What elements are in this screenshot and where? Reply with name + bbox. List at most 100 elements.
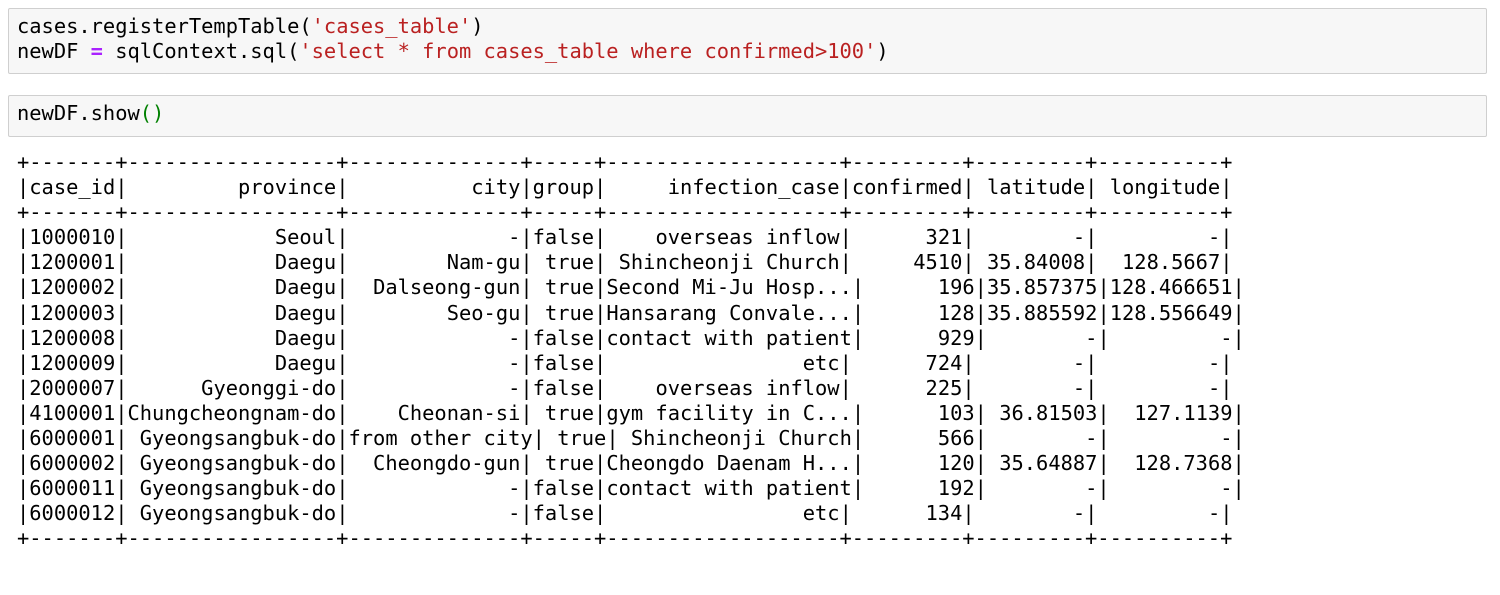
table-cell: 35.64887: [999, 451, 1098, 476]
column-header: longitude: [1109, 175, 1221, 200]
table-cell: Shincheonji Church: [630, 426, 852, 451]
table-cell: gym facility in C...: [606, 400, 852, 425]
code-token-plain: sqlContext.sql(: [102, 39, 300, 63]
table-cell: false: [532, 325, 595, 350]
table-cell: Cheongdo Daenam H...: [606, 451, 852, 476]
table-cell: Gyeongsangbuk-do: [139, 501, 337, 526]
code-cell-show-dataframe[interactable]: newDF.show(): [8, 95, 1487, 137]
table-cell: Seo-gu: [446, 300, 521, 325]
table-cell: true: [544, 275, 595, 300]
dataframe-output-table: +-------+-----------------+-------------…: [17, 150, 1245, 552]
table-cell: 1200001: [29, 250, 116, 275]
table-header-row: |case_id| province| city|group| infectio…: [17, 175, 1233, 200]
table-cell: 4100001: [29, 400, 116, 425]
table-cell: 321: [925, 225, 963, 250]
table-row: |1200008| Daegu| -|false|contact with pa…: [17, 325, 1245, 350]
table-row: |1200001| Daegu| Nam-gu| true| Shincheon…: [17, 250, 1233, 275]
table-cell: Seoul: [274, 225, 337, 250]
column-header: group: [532, 175, 595, 200]
table-cell: contact with patient: [606, 476, 852, 501]
table-cell: -: [508, 476, 521, 501]
table-cell: Cheongdo-gun: [373, 451, 521, 476]
table-cell: -: [1085, 426, 1098, 451]
code-token-plain: newDF.show: [17, 101, 140, 125]
table-cell: 128.7368: [1134, 451, 1233, 476]
table-cell: Daegu: [274, 350, 337, 375]
table-cell: -: [1085, 476, 1098, 501]
table-row: |2000007| Gyeonggi-do| -|false| overseas…: [17, 375, 1233, 400]
table-cell: -: [1207, 350, 1221, 375]
table-border: +-------+-----------------+-------------…: [17, 200, 1233, 225]
table-cell: 6000001: [29, 426, 116, 451]
table-cell: 128.5667: [1122, 250, 1221, 275]
table-cell: true: [544, 451, 595, 476]
table-cell: 1000010: [29, 225, 116, 250]
table-cell: Hansarang Convale...: [606, 300, 852, 325]
table-cell: etc: [802, 501, 840, 526]
table-cell: overseas inflow: [655, 225, 840, 250]
table-cell: Daegu: [274, 325, 337, 350]
table-cell: Nam-gu: [446, 250, 521, 275]
code-line: newDF = sqlContext.sql('select * from ca…: [17, 39, 1478, 64]
table-cell: -: [508, 325, 521, 350]
table-cell: Shincheonji Church: [618, 250, 840, 275]
table-cell: 128.556649: [1109, 300, 1233, 325]
table-cell: 724: [925, 350, 963, 375]
table-cell: 120: [937, 451, 975, 476]
table-cell: 35.857375: [986, 275, 1098, 300]
table-cell: 35.885592: [986, 300, 1098, 325]
table-cell: 196: [937, 275, 975, 300]
table-cell: -: [1207, 501, 1221, 526]
table-row: |4100001|Chungcheongnam-do| Cheonan-si| …: [17, 400, 1245, 425]
table-cell: false: [532, 375, 595, 400]
table-cell: -: [1072, 350, 1086, 375]
column-header: province: [238, 175, 337, 200]
table-border: +-------+-----------------+-------------…: [17, 526, 1233, 551]
code-token-plain: cases.registerTempTable(: [17, 14, 312, 38]
table-cell: Daegu: [274, 275, 337, 300]
table-row: |1200003| Daegu| Seo-gu| true|Hansarang …: [17, 300, 1245, 325]
table-cell: true: [544, 400, 595, 425]
table-row: |1200009| Daegu| -|false| etc| 724| -| -…: [17, 350, 1233, 375]
table-cell: Chungcheongnam-do: [127, 400, 337, 425]
column-header: infection_case: [667, 175, 840, 200]
table-cell: 134: [925, 501, 963, 526]
table-cell: Daegu: [274, 300, 337, 325]
table-cell: contact with patient: [606, 325, 852, 350]
table-cell: Cheonan-si: [397, 400, 521, 425]
code-token-op: =: [90, 39, 103, 63]
table-cell: 6000011: [29, 476, 116, 501]
table-cell: overseas inflow: [655, 375, 840, 400]
table-cell: true: [544, 300, 595, 325]
code-token-plain: ): [471, 14, 484, 38]
table-cell: Gyeonggi-do: [201, 375, 337, 400]
table-cell: 6000002: [29, 451, 116, 476]
table-cell: -: [1072, 375, 1086, 400]
table-cell: 1200008: [29, 325, 116, 350]
table-row: |1200002| Daegu| Dalseong-gun| true|Seco…: [17, 275, 1245, 300]
table-cell: 127.1139: [1134, 400, 1233, 425]
table-cell: true: [544, 250, 595, 275]
table-cell: 103: [937, 400, 975, 425]
column-header: city: [471, 175, 521, 200]
code-cell-register-temp-table[interactable]: cases.registerTempTable('cases_table') ne…: [8, 8, 1487, 74]
table-cell: 128.466651: [1109, 275, 1233, 300]
code-token-plain: ): [876, 39, 889, 63]
table-cell: -: [1072, 225, 1086, 250]
table-row: |1000010| Seoul| -|false| overseas inflo…: [17, 225, 1233, 250]
table-border: +-------+-----------------+-------------…: [17, 150, 1233, 174]
table-cell: 1200009: [29, 350, 116, 375]
table-cell: -: [1207, 375, 1221, 400]
table-cell: -: [1220, 426, 1233, 451]
table-cell: 36.81503: [999, 400, 1098, 425]
table-row: |6000012| Gyeongsangbuk-do| -|false| etc…: [17, 501, 1233, 526]
code-token-str: 'select * from cases_table where confirm…: [299, 39, 877, 63]
table-cell: -: [1220, 476, 1233, 501]
column-header: case_id: [29, 175, 116, 200]
table-cell: 1200003: [29, 300, 116, 325]
table-cell: 225: [925, 375, 963, 400]
code-line: cases.registerTempTable('cases_table'): [17, 14, 1478, 39]
table-cell: Second Mi-Ju Hosp...: [606, 275, 852, 300]
table-cell: Gyeongsangbuk-do: [139, 476, 337, 501]
column-header: latitude: [986, 175, 1086, 200]
